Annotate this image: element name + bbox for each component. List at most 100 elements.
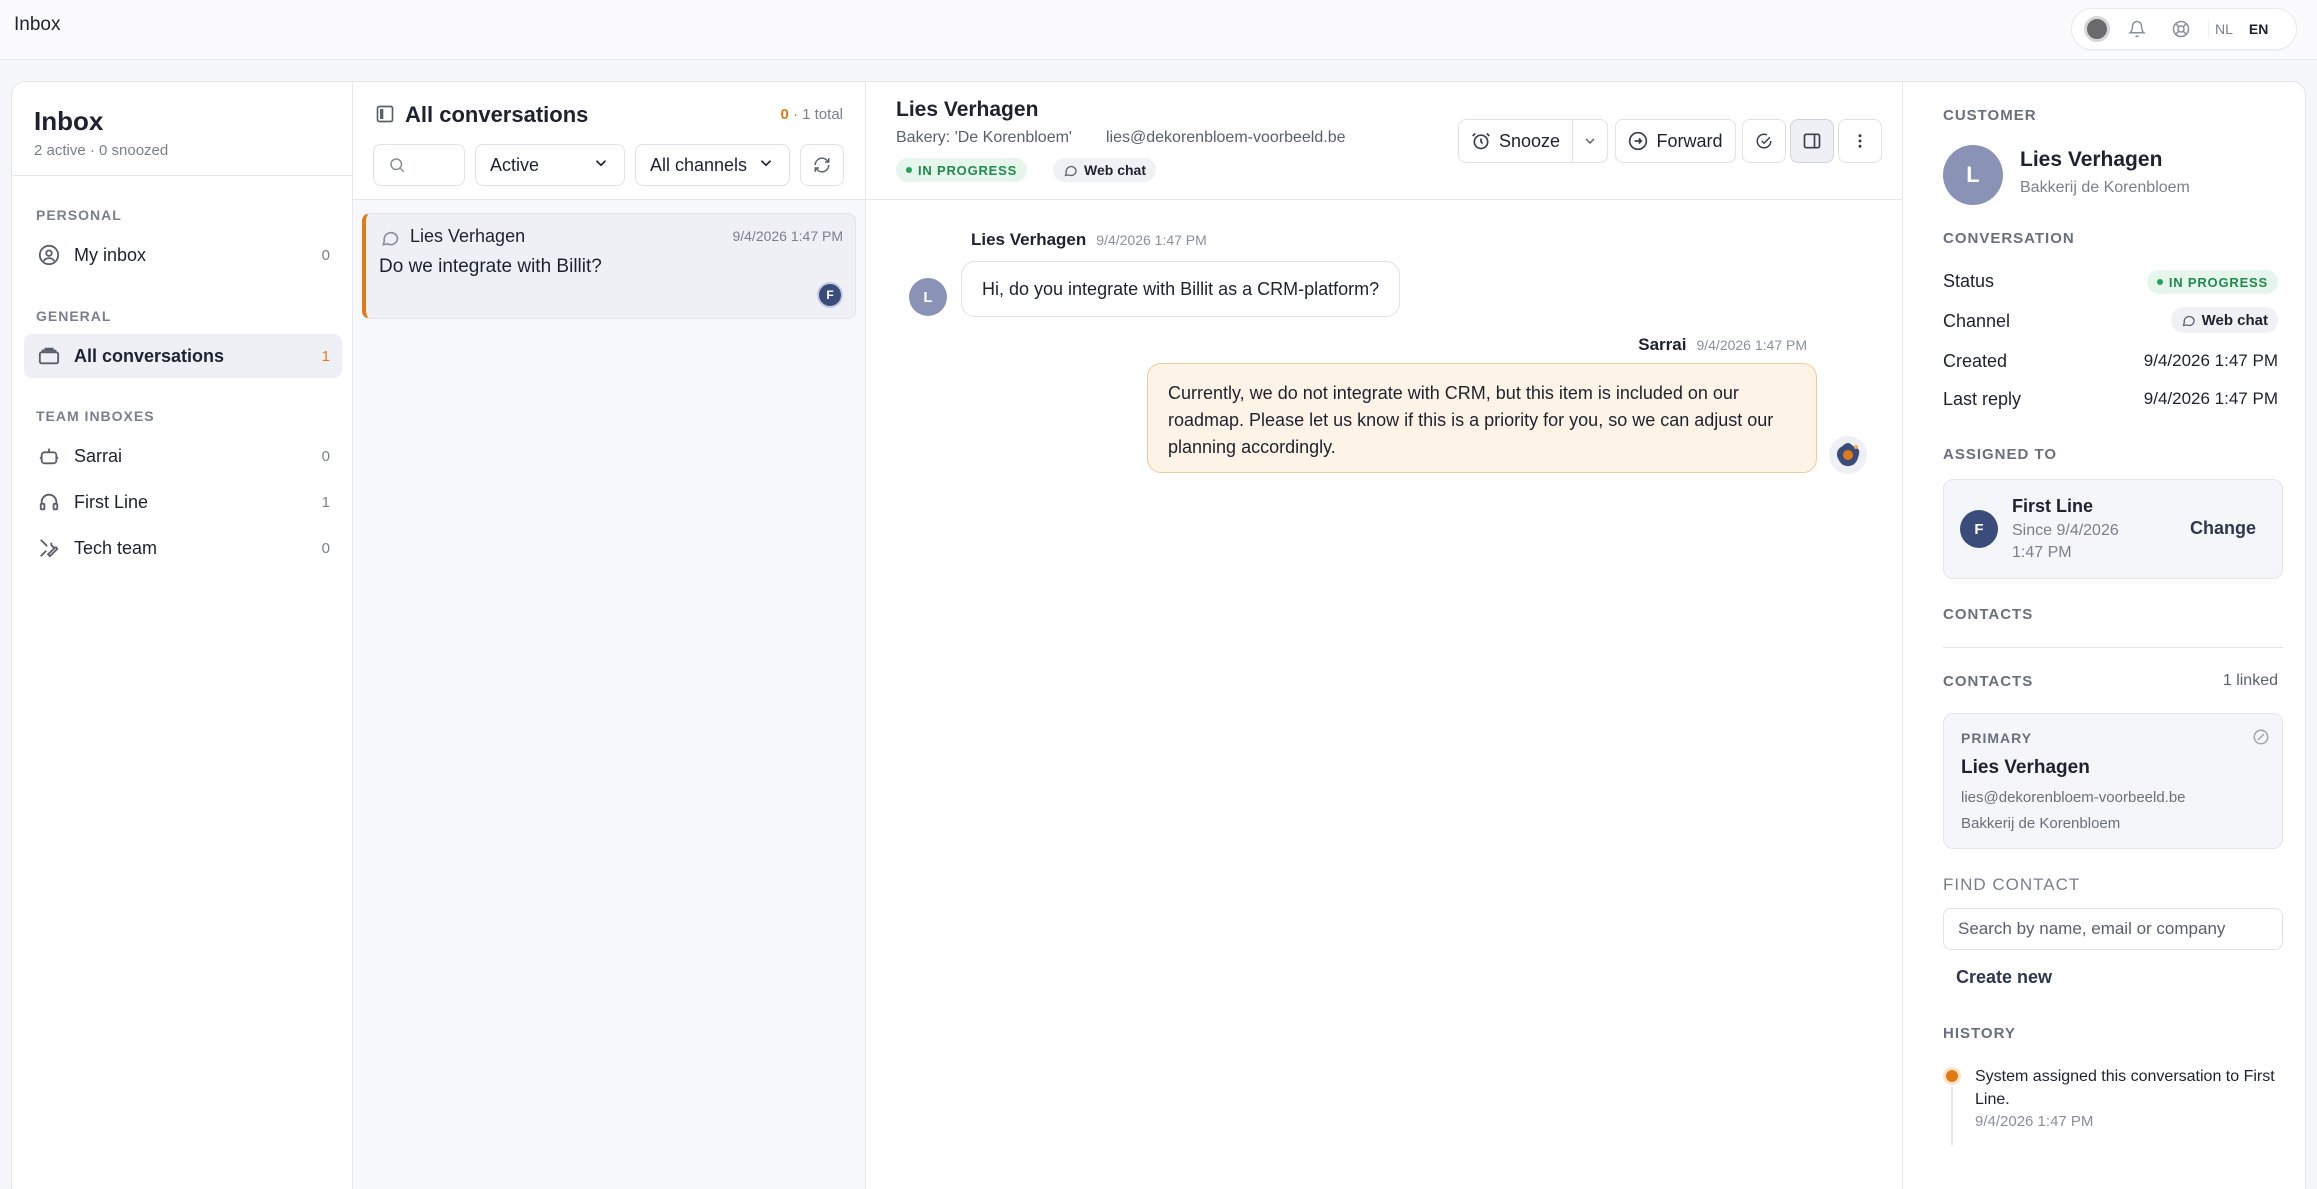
customer-section-label: CUSTOMER [1943,107,2037,124]
lang-nl-button[interactable]: NL [2208,21,2239,37]
chat-contact-company: Bakery: 'De Korenbloem' [896,129,1072,146]
search-icon [388,156,406,174]
conversation-contact-name: Lies Verhagen [410,226,526,246]
sidebar-item-label: First Line [74,491,149,512]
conversation-section-label: CONVERSATION [1943,230,2075,247]
channel-badge: Web chat [1053,158,1156,182]
sidebar-item-my-inbox[interactable]: My inbox 0 [24,233,342,277]
list-header: All conversations 0 · 1 total Active All… [353,82,865,200]
toggle-details-panel-button[interactable] [1790,119,1834,163]
refresh-button[interactable] [800,144,844,186]
sidebar-item-label: All conversations [74,345,225,366]
alarm-clock-icon [1471,131,1491,151]
chat-contact-name: Lies Verhagen [896,98,1039,121]
message-time: 9/4/2026 1:47 PM [1096,232,1207,248]
last-reply-value: 9/4/2026 1:47 PM [2143,389,2278,408]
chat-contact-email[interactable]: lies@dekorenbloem-voorbeeld.be [1106,129,1346,147]
status-badge-label: IN PROGRESS [2168,274,2268,290]
find-contact-label: FIND CONTACT [1943,875,2081,894]
history-event-text: System assigned this conversation to Fir… [1975,1068,2275,1108]
chat-bubble-icon [380,228,400,248]
list-total-count: 0 [780,106,789,123]
list-total: 0 · 1 total [780,106,843,123]
message-sender: Lies Verhagen [971,230,1087,249]
sidebar-item-label: Tech team [74,537,158,558]
panel-toggle-icon[interactable] [375,104,395,124]
lifebuoy-icon[interactable] [2164,14,2198,44]
chat-panel: Lies Verhagen Bakery: 'De Korenbloem' li… [866,82,1902,1189]
primary-contact-card[interactable]: PRIMARY Lies Verhagen lies@dekorenbloem-… [1943,713,2283,849]
primary-tag: PRIMARY [1961,730,2033,746]
sidebar-item-sarrai[interactable]: Sarrai 0 [24,434,342,478]
message-sender: Sarrai [1638,335,1687,354]
more-options-button[interactable] [1838,119,1882,163]
list-total-suffix: · 1 total [788,106,843,123]
inbox-tray-icon [36,343,62,369]
chat-bubble-icon [1063,163,1078,178]
resolve-button[interactable] [1742,119,1786,163]
tools-icon [36,535,62,561]
channel-badge-label: Web chat [2201,311,2268,329]
snooze-button[interactable]: Snooze [1458,119,1573,163]
details-panel: CUSTOMER L Lies Verhagen Bakkerij de Kor… [1902,82,2305,1189]
conversation-list-item[interactable]: Lies Verhagen 9/4/2026 1:47 PM Do we int… [362,213,856,319]
bell-icon[interactable] [2120,14,2154,44]
snooze-options-button[interactable] [1572,119,1608,163]
main-frame: Inbox 2 active · 0 snoozed PERSONAL My i… [11,81,2306,1189]
sidebar-item-tech-team[interactable]: Tech team 0 [24,526,342,570]
conversation-time: 9/4/2026 1:47 PM [732,228,843,244]
history-event-dot [1943,1067,1961,1085]
chevron-down-icon [592,154,610,177]
channel-badge-label: Web chat [1084,162,1146,178]
status-badge: IN PROGRESS [896,158,1028,182]
status-key: Status [1943,271,1995,291]
customer-avatar: L [1943,145,2003,205]
sidebar-item-label: My inbox [74,244,147,265]
forward-label: Forward [1656,130,1723,151]
sidebar-item-all-conversations[interactable]: All conversations 1 [24,334,342,378]
forward-arrow-icon [1628,131,1648,151]
sidebar-subtitle: 2 active · 0 snoozed [34,142,169,159]
lang-en-button[interactable]: EN [2249,21,2274,37]
section-general: GENERAL [36,308,112,324]
contact-name: Lies Verhagen [1961,757,2090,778]
sidebar-item-count: 1 [321,493,330,511]
presence-status-dot[interactable] [2084,16,2110,42]
status-filter-select[interactable]: Active [475,144,625,186]
change-assignee-button[interactable]: Change [2190,518,2256,539]
app-title: Inbox [14,14,61,35]
chat-header: Lies Verhagen Bakery: 'De Korenbloem' li… [866,82,1902,200]
status-filter-value: Active [490,154,540,175]
chat-bubble-icon [2181,313,2196,328]
chevron-down-icon [1582,133,1598,149]
history-timeline-line [1951,1087,1953,1145]
customer-name: Lies Verhagen [2020,148,2163,171]
bot-blob-icon [1837,443,1860,466]
user-circle-icon [36,242,62,268]
search-box[interactable] [373,144,465,186]
sidebar-item-count: 1 [321,347,330,365]
status-dot [2156,279,2163,285]
headset-icon [36,489,62,515]
contact-avatar: L [909,278,947,316]
contact-company: Bakkerij de Korenbloem [1961,815,2121,832]
incoming-message-bubble: Hi, do you integrate with Billit as a CR… [961,261,1401,317]
find-contact-input[interactable] [1943,908,2283,950]
assigned-section-label: ASSIGNED TO [1943,446,2058,463]
section-personal: PERSONAL [36,207,122,223]
channel-filter-select[interactable]: All channels [635,144,790,186]
message-header: Sarrai 9/4/2026 1:47 PM [1638,335,1807,355]
forward-button[interactable]: Forward [1615,119,1736,163]
history-event-time: 9/4/2026 1:47 PM [1975,1113,2094,1130]
create-new-contact-button[interactable]: Create new [1956,967,2052,988]
created-key: Created [1943,351,2008,371]
unlink-contact-icon[interactable] [2252,728,2270,746]
more-vertical-icon [1851,132,1869,150]
sidebar-item-first-line[interactable]: First Line 1 [24,480,342,524]
message-header: Lies Verhagen 9/4/2026 1:47 PM [971,230,1207,250]
assignee-avatar: F [817,282,843,308]
top-bar: Inbox NL EN [0,0,2317,60]
conversation-list-panel: All conversations 0 · 1 total Active All… [353,82,866,1189]
refresh-icon [813,156,831,174]
sidebar: Inbox 2 active · 0 snoozed PERSONAL My i… [12,82,353,1189]
